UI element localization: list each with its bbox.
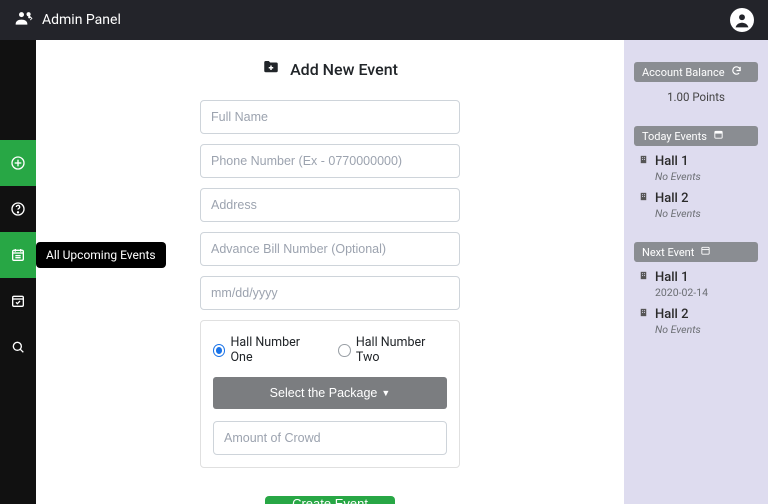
create-event-button[interactable]: Create Event [265, 496, 395, 504]
building-icon [638, 270, 649, 285]
hall-name: Hall 1 [655, 154, 688, 169]
hall-sub: 2020-02-14 [638, 286, 758, 299]
next-event-label: Next Event [642, 246, 694, 259]
building-icon [638, 191, 649, 206]
today-events-pill: Today Events [634, 126, 758, 146]
account-balance-pill: Account Balance [634, 62, 758, 82]
admin-users-icon [14, 8, 34, 32]
today-hall-item: Hall 2 No Events [634, 191, 758, 220]
hall-package-panel: Hall Number One Hall Number Two Select t… [200, 320, 460, 468]
phone-input[interactable] [200, 144, 460, 178]
building-icon [638, 154, 649, 169]
hall-sub: No Events [638, 323, 758, 336]
hall-name: Hall 2 [655, 191, 688, 206]
hall-two-radio[interactable]: Hall Number Two [338, 335, 447, 365]
event-form: Hall Number One Hall Number Two Select t… [200, 100, 460, 468]
user-avatar[interactable] [730, 8, 754, 32]
calendar-icon [700, 245, 711, 259]
page-title: Add New Event [290, 60, 398, 79]
select-package-label: Select the Package [270, 386, 378, 400]
calendar-day-icon [713, 129, 724, 143]
sidebar-search[interactable] [0, 324, 36, 370]
main-content: Add New Event Hall Number One [36, 40, 624, 504]
sidebar-add[interactable] [0, 140, 36, 186]
sidebar-check-calendar[interactable] [0, 278, 36, 324]
radio-checked-icon [213, 344, 225, 357]
next-hall-item: Hall 1 2020-02-14 [634, 270, 758, 299]
caret-down-icon: ▼ [381, 388, 390, 398]
folder-add-icon [262, 58, 280, 80]
sidebar-help[interactable] [0, 186, 36, 232]
sync-icon [731, 65, 742, 79]
next-event-pill: Next Event [634, 242, 758, 262]
next-hall-item: Hall 2 No Events [634, 307, 758, 336]
hall-sub: No Events [638, 207, 758, 220]
select-package-button[interactable]: Select the Package ▼ [213, 377, 447, 409]
app-title: Admin Panel [42, 12, 121, 28]
address-input[interactable] [200, 188, 460, 222]
hall-sub: No Events [638, 170, 758, 183]
balance-points: 1.00 Points [634, 90, 758, 104]
hall-one-radio[interactable]: Hall Number One [213, 335, 320, 365]
hall-name: Hall 1 [655, 270, 688, 285]
crowd-input[interactable] [213, 421, 447, 455]
topbar: Admin Panel [0, 0, 768, 40]
sidebar: All Upcoming Events [0, 40, 36, 504]
advance-bill-input[interactable] [200, 232, 460, 266]
hall-name: Hall 2 [655, 307, 688, 322]
radio-unchecked-icon [338, 344, 350, 357]
building-icon [638, 307, 649, 322]
sidebar-upcoming-events[interactable]: All Upcoming Events [0, 232, 36, 278]
today-events-label: Today Events [642, 130, 707, 143]
date-input[interactable] [200, 276, 460, 310]
account-balance-label: Account Balance [642, 66, 725, 79]
today-hall-item: Hall 1 No Events [634, 154, 758, 183]
sidebar-tooltip: All Upcoming Events [36, 242, 166, 268]
hall-one-label: Hall Number One [230, 335, 320, 365]
hall-two-label: Hall Number Two [356, 335, 447, 365]
full-name-input[interactable] [200, 100, 460, 134]
right-panel: Account Balance 1.00 Points Today Events [624, 40, 768, 504]
